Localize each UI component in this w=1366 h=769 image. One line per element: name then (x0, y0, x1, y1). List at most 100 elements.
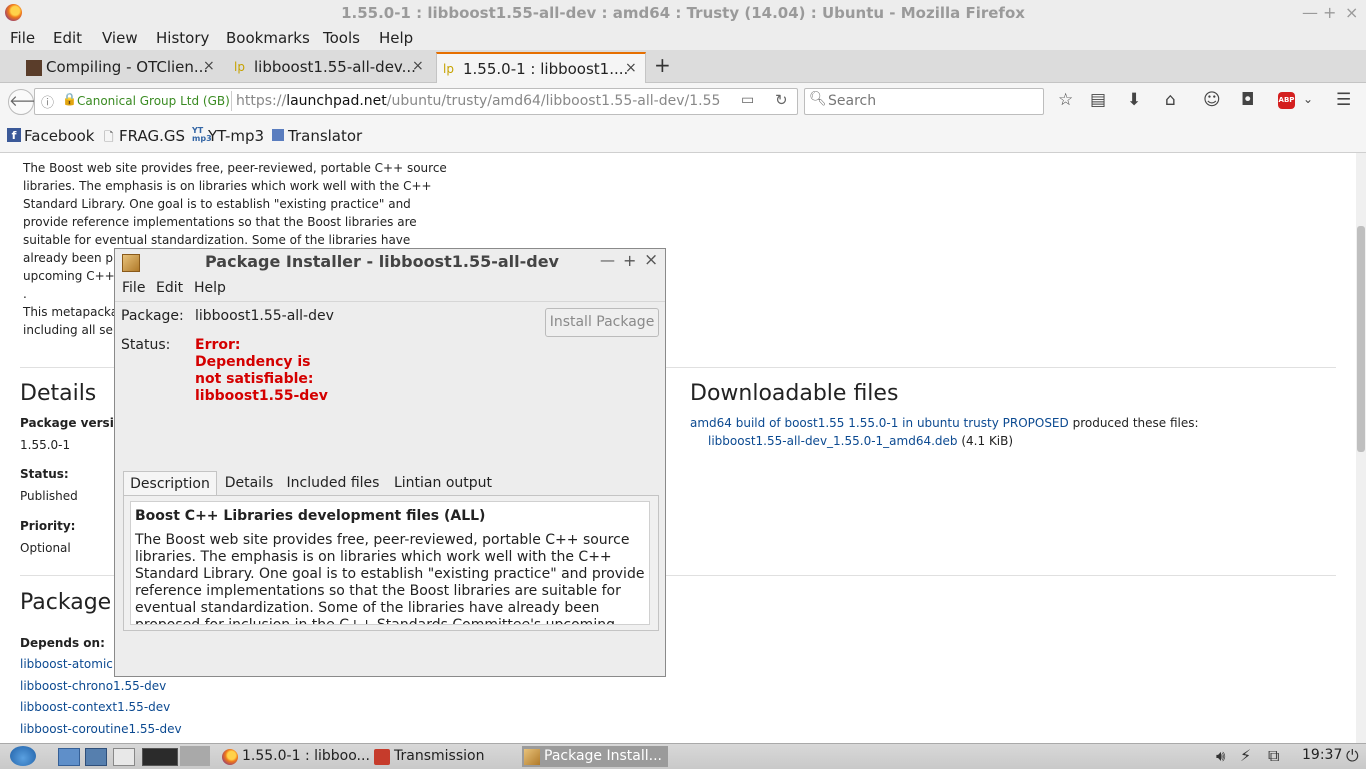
menu-view[interactable]: View (102, 29, 138, 47)
dialog-minimize-button[interactable]: — (600, 251, 615, 269)
lock-icon: 🔒 (62, 92, 77, 106)
menu-history[interactable]: History (156, 29, 209, 47)
task-label: Transmission (394, 748, 485, 764)
transmission-icon (374, 749, 390, 765)
depends-link[interactable]: libboost-coroutine1.55-dev (20, 720, 182, 738)
description-heading: Boost C++ Libraries development files (A… (135, 508, 486, 524)
page-scrollbar[interactable] (1356, 153, 1366, 743)
menu-file[interactable]: File (10, 29, 35, 47)
info-icon[interactable]: ⓘ (41, 92, 54, 111)
package-label: Package: (121, 308, 184, 324)
scrollbar-thumb[interactable] (1357, 226, 1365, 452)
dialog-close-button[interactable]: × (644, 250, 658, 270)
dialog-maximize-button[interactable]: + (623, 251, 636, 270)
tab-bar: Compiling - OTClien... × lp libboost1.55… (0, 50, 1366, 83)
description-textview[interactable]: Boost C++ Libraries development files (A… (130, 501, 650, 625)
priority-label: Priority: (20, 519, 76, 533)
file-entry: libboost1.55-all-dev_1.55.0-1_amd64.deb … (708, 434, 1014, 448)
tab-label: libboost1.55-all-dev... (254, 58, 416, 76)
dialog-menu-file[interactable]: File (122, 280, 145, 296)
shutdown-icon[interactable]: ⏻ (1346, 746, 1359, 766)
package-icon (122, 254, 140, 272)
task-package-installer[interactable]: Package Install... (522, 746, 668, 767)
launchpad-favicon-icon: lp (234, 60, 245, 74)
divider (115, 301, 665, 302)
tab-active[interactable]: lp 1.55.0-1 : libboost1.... × (436, 52, 646, 83)
description-panel: Boost C++ Libraries development files (A… (123, 495, 659, 631)
network-status-icon[interactable]: ⧉ (1268, 746, 1279, 766)
network-icon[interactable] (85, 748, 107, 766)
reload-icon[interactable]: ↻ (775, 91, 788, 109)
minimize-button[interactable]: — (1302, 3, 1318, 22)
search-box[interactable]: 🔍︎ Search (804, 88, 1044, 115)
menu-bar: File Edit View History Bookmarks Tools H… (0, 26, 1366, 50)
package-version-value: 1.55.0-1 (20, 438, 71, 452)
firefox-icon (222, 749, 238, 765)
chevron-down-icon[interactable]: ⌄ (1303, 92, 1313, 106)
bookmark-star-icon[interactable]: ☆ (1058, 90, 1073, 110)
site-identity[interactable]: Canonical Group Ltd (GB) (77, 94, 230, 108)
clock[interactable]: 19:37 (1302, 747, 1342, 763)
task-transmission[interactable]: Transmission (372, 746, 520, 767)
error-message: Error: Dependency is not satisfiable: li… (195, 337, 328, 404)
hamburger-menu-icon[interactable]: ☰ (1336, 90, 1351, 110)
depends-link[interactable]: libboost-chrono1.55-dev (20, 677, 166, 695)
window-title: 1.55.0-1 : libboost1.55-all-dev : amd64 … (341, 4, 1025, 22)
downloads-icon[interactable]: ⬇ (1127, 90, 1141, 110)
pocket-icon[interactable]: ◘ (1241, 90, 1254, 110)
close-window-button[interactable]: × (1345, 3, 1358, 22)
chat-icon[interactable]: ☺ (1203, 90, 1221, 110)
workspace-switcher[interactable] (180, 746, 210, 766)
dialog-menu-help[interactable]: Help (194, 280, 226, 296)
menu-tools[interactable]: Tools (323, 29, 360, 47)
task-label: 1.55.0-1 : libboo... (242, 748, 370, 764)
task-label: Package Install... (544, 748, 662, 764)
details-heading: Details (20, 381, 97, 406)
url-text[interactable]: https://launchpad.net/ubuntu/trusty/amd6… (236, 93, 720, 109)
new-tab-button[interactable]: + (654, 53, 671, 77)
build-info: amd64 build of boost1.55 1.55.0-1 in ubu… (690, 416, 1199, 430)
tab-libboost[interactable]: lp libboost1.55-all-dev... × (228, 52, 432, 81)
depends-link[interactable]: libboost-atomic1. (20, 655, 124, 673)
window-titlebar: 1.55.0-1 : libboost1.55-all-dev : amd64 … (0, 0, 1366, 26)
package-name: libboost1.55-all-dev (195, 308, 334, 324)
tab-close-icon[interactable]: × (412, 58, 424, 74)
install-package-button[interactable]: Install Package (545, 308, 659, 337)
bookmark-fraggs[interactable]: FRAG.GS (119, 127, 185, 145)
maximize-button[interactable]: + (1323, 3, 1336, 22)
tab-label: Compiling - OTClien... (46, 58, 209, 76)
home-icon[interactable]: ⌂ (1165, 90, 1176, 110)
menu-edit[interactable]: Edit (53, 29, 82, 47)
deb-file-link[interactable]: libboost1.55-all-dev_1.55.0-1_amd64.deb (708, 434, 958, 448)
bookmark-facebook[interactable]: Facebook (24, 127, 94, 145)
tab-compiling[interactable]: Compiling - OTClien... × (20, 52, 222, 81)
file-manager-icon[interactable] (58, 748, 80, 766)
search-placeholder: Search (828, 93, 877, 109)
tab-label: 1.55.0-1 : libboost1.... (463, 60, 629, 78)
search-icon: 🔍︎ (809, 91, 827, 107)
bookmarks-list-icon[interactable]: ▤ (1090, 90, 1106, 110)
desktop-preview-icon[interactable] (142, 748, 178, 766)
start-menu-icon[interactable] (10, 746, 36, 766)
menu-bookmarks[interactable]: Bookmarks (226, 29, 310, 47)
tab-close-icon[interactable]: × (625, 60, 637, 76)
volume-icon[interactable]: 🔊︎ (1216, 747, 1225, 765)
reader-view-icon[interactable]: ▭ (741, 92, 754, 108)
menu-help[interactable]: Help (379, 29, 413, 47)
bookmark-yt-mp3[interactable]: YT-mp3 (208, 127, 264, 145)
adblock-icon[interactable]: ABP (1278, 92, 1295, 109)
url-bar[interactable]: ⓘ 🔒 Canonical Group Ltd (GB) https://lau… (34, 88, 798, 115)
dialog-menu-edit[interactable]: Edit (156, 280, 183, 296)
bookmark-translator[interactable]: Translator (288, 127, 362, 145)
tab-close-icon[interactable]: × (203, 58, 215, 74)
status-label: Status: (20, 467, 69, 481)
depends-link[interactable]: libboost-context1.55-dev (20, 698, 170, 716)
translator-icon (272, 129, 284, 141)
window-switcher-icon[interactable] (113, 748, 135, 766)
build-link[interactable]: amd64 build of boost1.55 1.55.0-1 in ubu… (690, 416, 1069, 430)
back-button[interactable]: 🡐 (8, 89, 49, 115)
depends-label: Depends on: (20, 636, 105, 650)
power-icon[interactable]: ⚡︎ (1240, 746, 1251, 765)
dialog-title: Package Installer - libboost1.55-all-dev (205, 252, 559, 271)
task-firefox[interactable]: 1.55.0-1 : libboo... (220, 746, 370, 767)
